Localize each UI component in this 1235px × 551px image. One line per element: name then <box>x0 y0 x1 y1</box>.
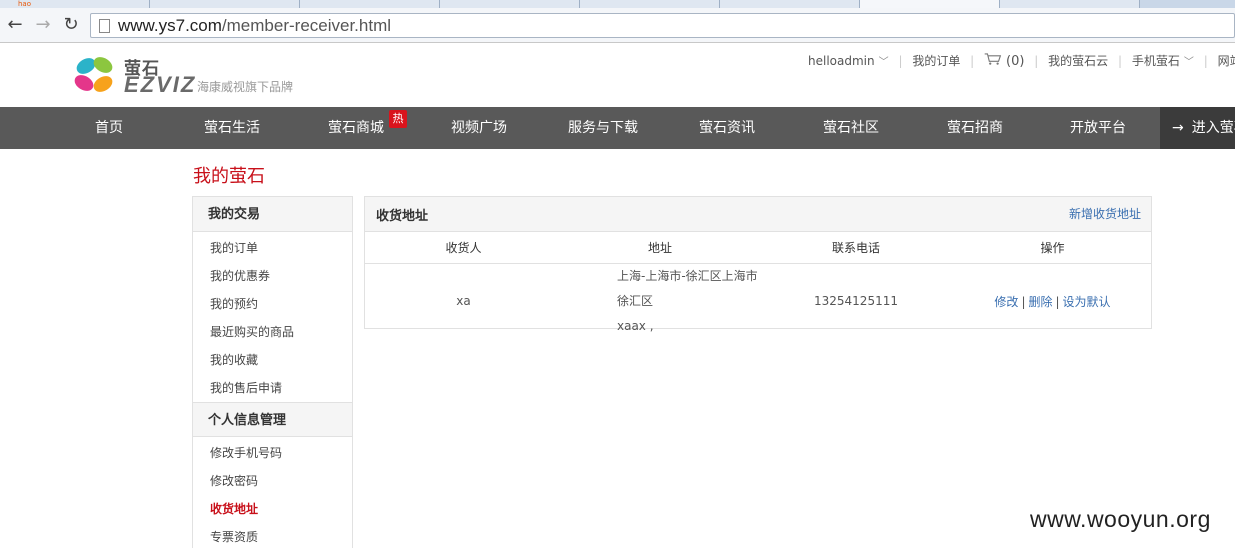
nav-item-life[interactable]: 萤石生活 <box>187 107 277 149</box>
cart-icon <box>984 52 1002 65</box>
logo-slogan: 海康威视旗下品牌 <box>197 80 294 94</box>
browser-tab[interactable] <box>1000 0 1140 8</box>
browser-tab[interactable]: hao <box>0 0 150 8</box>
cart-link[interactable]: (0) <box>984 52 1025 69</box>
tab-label: hao <box>18 0 32 8</box>
sidebar-item-invoice-qualification[interactable]: 专票资质 <box>193 523 352 551</box>
sidebar-list-personal: 修改手机号码 修改密码 收货地址 专票资质 <box>193 437 352 551</box>
my-cloud-link[interactable]: 我的萤石云 <box>1048 52 1108 69</box>
mobile-label: 手机萤石 <box>1131 54 1180 68</box>
add-address-link[interactable]: 新增收货地址 <box>1069 197 1141 232</box>
nav-item-recruit[interactable]: 萤石招商 <box>930 107 1020 149</box>
delete-link[interactable]: 删除 <box>1028 295 1052 309</box>
table-row: xa 上海-上海市-徐汇区上海市徐汇区 xaax , 13254125111 修… <box>365 263 1151 339</box>
sidebar-item-recent-purchases[interactable]: 最近购买的商品 <box>193 318 352 346</box>
sidebar-item-coupons[interactable]: 我的优惠券 <box>193 262 352 290</box>
hot-badge: 热 <box>389 110 407 128</box>
username-menu[interactable]: helloadmin ﹀ <box>808 53 889 69</box>
divider: | <box>1203 53 1208 68</box>
mobile-menu[interactable]: 手机萤石 ﹀ <box>1132 52 1194 69</box>
divider: | <box>970 53 975 68</box>
address-panel: 收货地址 新增收货地址 收货人 地址 联系电话 操作 xa 上海-上海市-徐汇区… <box>364 196 1152 333</box>
my-orders-link[interactable]: 我的订单 <box>912 52 960 69</box>
ezviz-logo-icon <box>74 57 113 92</box>
nav-item-community[interactable]: 萤石社区 <box>806 107 896 149</box>
sidebar-item-after-sales[interactable]: 我的售后申请 <box>193 374 352 402</box>
browser-tabstrip: hao <box>0 0 1235 8</box>
panel-title: 收货地址 <box>376 209 429 224</box>
nav-item-open-platform[interactable]: 开放平台 <box>1053 107 1143 149</box>
forward-arrow-icon[interactable]: → <box>32 15 54 35</box>
nav-item-home[interactable]: 首页 <box>64 107 154 149</box>
browser-tab[interactable] <box>300 0 440 8</box>
cell-actions: 修改 | 删除 | 设为默认 <box>954 263 1151 339</box>
cell-address: 上海-上海市-徐汇区上海市徐汇区 xaax , <box>562 263 758 339</box>
sidebar-item-favorites[interactable]: 我的收藏 <box>193 346 352 374</box>
page-title: 我的萤石 <box>193 166 265 187</box>
divider: | <box>1055 294 1060 309</box>
nav-item-video-square[interactable]: 视频广场 <box>434 107 524 149</box>
divider: | <box>1021 294 1026 309</box>
sidebar-item-reservations[interactable]: 我的预约 <box>193 290 352 318</box>
member-sidebar: 我的交易 我的订单 我的优惠券 我的预约 最近购买的商品 我的收藏 我的售后申请… <box>192 196 353 548</box>
sidebar-section-personal: 个人信息管理 <box>193 402 352 437</box>
column-header-phone: 联系电话 <box>758 232 954 264</box>
address-line-1: 上海-上海市-徐汇区上海市徐汇区 <box>617 268 758 308</box>
ezviz-logo[interactable]: 萤石 EZVIZ 海康威视旗下品牌 <box>72 52 312 98</box>
browser-tab[interactable] <box>150 0 300 8</box>
divider: | <box>1118 53 1123 68</box>
sidebar-item-change-phone[interactable]: 修改手机号码 <box>193 439 352 467</box>
column-header-actions: 操作 <box>954 232 1151 264</box>
column-header-address: 地址 <box>562 232 758 264</box>
main-nav: 首页 萤石生活 萤石商城 热 视频广场 服务与下载 萤石资讯 萤石社区 萤石招商… <box>0 107 1235 149</box>
address-bar[interactable]: www.ys7.com/member-receiver.html <box>90 13 1235 38</box>
watermark-text: www.wooyun.org <box>1030 506 1211 532</box>
divider: | <box>1034 53 1039 68</box>
back-arrow-icon[interactable]: ← <box>4 15 26 35</box>
reload-icon[interactable]: ↻ <box>60 15 82 35</box>
nav-item-mall[interactable]: 萤石商城 <box>311 107 401 149</box>
address-line-2: xaax , <box>617 318 654 333</box>
address-panel-header: 收货地址 新增收货地址 <box>365 197 1151 232</box>
site-header: 萤石 EZVIZ 海康威视旗下品牌 helloadmin ﹀ | 我的订单 | (… <box>0 44 1235 107</box>
url-domain: www.ys7.com <box>118 16 222 35</box>
address-table: 收货人 地址 联系电话 操作 xa 上海-上海市-徐汇区上海市徐汇区 xaax … <box>365 232 1151 339</box>
nav-item-news[interactable]: 萤石资讯 <box>682 107 772 149</box>
nav-item-service-download[interactable]: 服务与下载 <box>553 107 653 149</box>
username: helloadmin <box>808 53 875 68</box>
browser-tab[interactable] <box>720 0 860 8</box>
top-links: helloadmin ﹀ | 我的订单 | (0) | 我的萤石云 | 手机萤石 ﹀… <box>808 52 1235 70</box>
sidebar-section-trade: 我的交易 <box>193 197 352 232</box>
cell-phone: 13254125111 <box>814 294 898 308</box>
browser-tab-active[interactable] <box>860 0 1000 8</box>
site-nav-link[interactable]: 网站导航 <box>1218 52 1235 69</box>
arrow-right-icon: → <box>1172 120 1184 136</box>
url-path: /member-receiver.html <box>221 16 392 35</box>
browser-toolbar: ← → ↻ www.ys7.com/member-receiver.html <box>0 8 1235 43</box>
enter-cloud-label: 进入萤石云 <box>1191 120 1235 136</box>
page-icon <box>99 19 110 33</box>
cell-receiver: xa <box>456 294 471 308</box>
sidebar-item-shipping-address[interactable]: 收货地址 <box>193 495 352 523</box>
browser-tab[interactable] <box>440 0 580 8</box>
logo-en-text: EZVIZ <box>124 72 197 97</box>
chevron-down-icon: ﹀ <box>878 57 889 68</box>
chevron-down-icon: ﹀ <box>1183 57 1194 68</box>
divider: | <box>898 53 903 68</box>
sidebar-item-change-password[interactable]: 修改密码 <box>193 467 352 495</box>
sidebar-list-trade: 我的订单 我的优惠券 我的预约 最近购买的商品 我的收藏 我的售后申请 <box>193 232 352 402</box>
edit-link[interactable]: 修改 <box>994 295 1018 309</box>
browser-tab[interactable] <box>580 0 720 8</box>
set-default-link[interactable]: 设为默认 <box>1063 295 1111 309</box>
table-header-row: 收货人 地址 联系电话 操作 <box>365 232 1151 264</box>
cart-count: (0) <box>1006 53 1025 69</box>
enter-cloud-button[interactable]: → 进入萤石云 <box>1160 107 1235 149</box>
url-text[interactable]: www.ys7.com/member-receiver.html <box>118 16 391 36</box>
sidebar-item-my-orders[interactable]: 我的订单 <box>193 234 352 262</box>
column-header-receiver: 收货人 <box>365 232 562 264</box>
